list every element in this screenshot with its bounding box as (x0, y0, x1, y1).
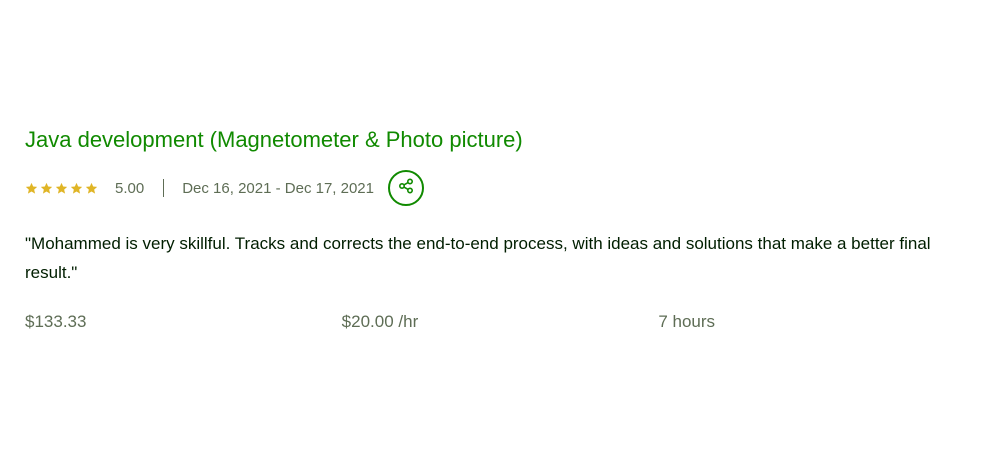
star-icon (70, 182, 83, 195)
review-meta: 5.00 Dec 16, 2021 - Dec 17, 2021 (25, 168, 975, 208)
star-icon (25, 182, 38, 195)
meta-divider (163, 179, 165, 197)
job-stats: $133.33 $20.00 /hr 7 hours (25, 312, 975, 332)
job-title-link[interactable]: Java development (Magnetometer & Photo p… (25, 124, 975, 156)
review-card: Java development (Magnetometer & Photo p… (25, 124, 975, 332)
share-button[interactable] (388, 170, 424, 206)
rating-value: 5.00 (115, 179, 145, 197)
contract-dates: Dec 16, 2021 - Dec 17, 2021 (182, 179, 374, 197)
hourly-rate: $20.00 /hr (341, 312, 419, 331)
star-rating (25, 182, 98, 195)
review-quote: "Mohammed is very skillful. Tracks and c… (25, 234, 931, 282)
star-icon (55, 182, 68, 195)
share-icon (398, 177, 414, 199)
star-icon (40, 182, 53, 195)
total-earned: $133.33 (25, 312, 87, 331)
hours-worked: 7 hours (658, 312, 716, 331)
star-icon (85, 182, 98, 195)
